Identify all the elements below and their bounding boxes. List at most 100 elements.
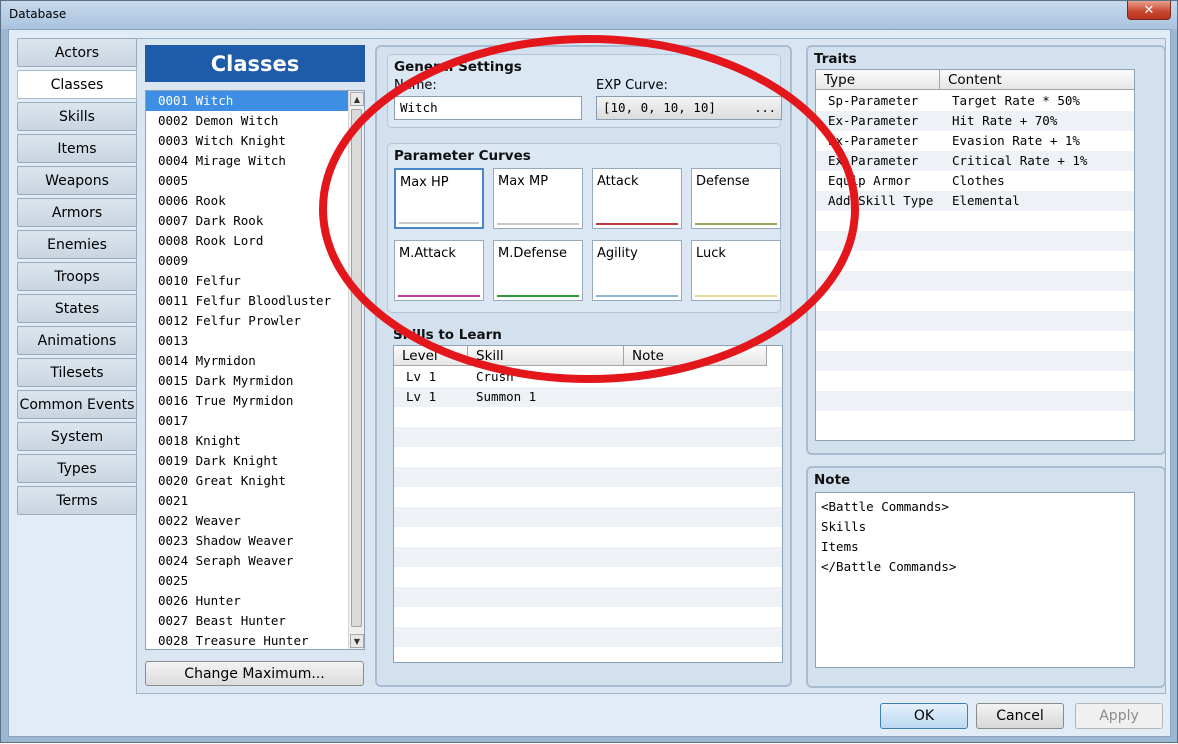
traits-header-type[interactable]: Type	[816, 70, 940, 90]
nav-item-classes[interactable]: Classes	[17, 70, 137, 99]
table-row[interactable]	[394, 527, 782, 547]
scroll-thumb[interactable]	[351, 109, 362, 627]
ok-button[interactable]: OK	[880, 703, 968, 729]
table-row[interactable]	[394, 567, 782, 587]
skills-header-level[interactable]: Level	[394, 346, 468, 366]
curve-luck[interactable]: Luck	[691, 240, 781, 301]
curve-defense[interactable]: Defense	[691, 168, 781, 229]
table-row[interactable]	[394, 467, 782, 487]
nav-item-terms[interactable]: Terms	[17, 486, 137, 515]
skills-table[interactable]: Level Skill Note Lv 1 Crush Lv 1 Summon 1	[393, 345, 783, 663]
scroll-down-button[interactable]: ▼	[350, 634, 364, 648]
table-row[interactable]	[394, 547, 782, 567]
title-bar[interactable]: Database ✕	[1, 1, 1177, 29]
nav-item-actors[interactable]: Actors	[17, 38, 137, 67]
class-row[interactable]: 0002 Demon Witch	[146, 111, 349, 131]
nav-item-enemies[interactable]: Enemies	[17, 230, 137, 259]
table-row[interactable]	[816, 411, 1134, 431]
table-row[interactable]	[816, 351, 1134, 371]
table-row[interactable]: Ex-Parameter Critical Rate + 1%	[816, 151, 1134, 171]
curve-max-mp[interactable]: Max MP	[493, 168, 583, 229]
class-row[interactable]: 0006 Rook	[146, 191, 349, 211]
curve-m-defense[interactable]: M.Defense	[493, 240, 583, 301]
table-row[interactable]	[394, 427, 782, 447]
table-row[interactable]	[816, 211, 1134, 231]
nav-item-tilesets[interactable]: Tilesets	[17, 358, 137, 387]
class-row[interactable]: 0008 Rook Lord	[146, 231, 349, 251]
class-row[interactable]: 0003 Witch Knight	[146, 131, 349, 151]
class-row[interactable]: 0016 True Myrmidon	[146, 391, 349, 411]
class-row[interactable]: 0021	[146, 491, 349, 511]
traits-header-content[interactable]: Content	[940, 70, 1134, 90]
skills-header-skill[interactable]: Skill	[468, 346, 624, 366]
change-maximum-button[interactable]: Change Maximum...	[145, 661, 364, 686]
close-button[interactable]: ✕	[1127, 1, 1171, 20]
class-row[interactable]: 0023 Shadow Weaver	[146, 531, 349, 551]
table-row[interactable]	[816, 371, 1134, 391]
class-row[interactable]: 0007 Dark Rook	[146, 211, 349, 231]
class-row[interactable]: 0022 Weaver	[146, 511, 349, 531]
class-row[interactable]: 0024 Seraph Weaver	[146, 551, 349, 571]
table-row[interactable]	[816, 331, 1134, 351]
class-row[interactable]: 0018 Knight	[146, 431, 349, 451]
curve-agility[interactable]: Agility	[592, 240, 682, 301]
table-row[interactable]	[816, 271, 1134, 291]
name-field[interactable]: Witch	[394, 96, 582, 120]
table-row[interactable]: Add Skill Type Elemental	[816, 191, 1134, 211]
nav-item-weapons[interactable]: Weapons	[17, 166, 137, 195]
curve-max-hp[interactable]: Max HP	[394, 168, 484, 229]
class-row[interactable]: 0014 Myrmidon	[146, 351, 349, 371]
table-row[interactable]	[394, 647, 782, 662]
scroll-up-button[interactable]: ▲	[350, 92, 364, 106]
class-row[interactable]: 0017	[146, 411, 349, 431]
table-row[interactable]	[816, 251, 1134, 271]
table-row[interactable]	[816, 291, 1134, 311]
nav-item-system[interactable]: System	[17, 422, 137, 451]
table-row[interactable]: Ex-Parameter Evasion Rate + 1%	[816, 131, 1134, 151]
curve-attack[interactable]: Attack	[592, 168, 682, 229]
class-row[interactable]: 0013	[146, 331, 349, 351]
class-row[interactable]: 0010 Felfur	[146, 271, 349, 291]
class-row[interactable]: 0005	[146, 171, 349, 191]
nav-item-items[interactable]: Items	[17, 134, 137, 163]
table-row[interactable]	[394, 407, 782, 427]
list-scrollbar[interactable]: ▲ ▼	[348, 91, 364, 649]
class-row[interactable]: 0026 Hunter	[146, 591, 349, 611]
class-row[interactable]: 0025	[146, 571, 349, 591]
skills-header-note[interactable]: Note	[624, 346, 767, 366]
nav-item-armors[interactable]: Armors	[17, 198, 137, 227]
table-row[interactable]: Lv 1 Crush	[394, 367, 782, 387]
class-row[interactable]: 0012 Felfur Prowler	[146, 311, 349, 331]
class-row[interactable]: 0009	[146, 251, 349, 271]
curve-m-attack[interactable]: M.Attack	[394, 240, 484, 301]
nav-item-troops[interactable]: Troops	[17, 262, 137, 291]
traits-table[interactable]: Type Content Sp-Parameter Target Rate * 5…	[815, 69, 1135, 441]
cancel-button[interactable]: Cancel	[976, 703, 1064, 729]
note-textarea[interactable]: <Battle Commands> Skills Items </Battle Com…	[815, 492, 1135, 668]
class-row[interactable]: 0015 Dark Myrmidon	[146, 371, 349, 391]
nav-item-types[interactable]: Types	[17, 454, 137, 483]
exp-curve-button[interactable]: ...	[754, 97, 776, 119]
class-row[interactable]: 0028 Treasure Hunter	[146, 631, 349, 649]
nav-item-animations[interactable]: Animations	[17, 326, 137, 355]
class-row[interactable]: 0020 Great Knight	[146, 471, 349, 491]
class-row[interactable]: 0001 Witch	[146, 91, 349, 111]
table-row[interactable]	[394, 447, 782, 467]
nav-item-states[interactable]: States	[17, 294, 137, 323]
class-row[interactable]: 0027 Beast Hunter	[146, 611, 349, 631]
class-row[interactable]: 0011 Felfur Bloodluster	[146, 291, 349, 311]
table-row[interactable]	[816, 231, 1134, 251]
table-row[interactable]	[394, 487, 782, 507]
nav-item-skills[interactable]: Skills	[17, 102, 137, 131]
nav-item-common-events[interactable]: Common Events	[17, 390, 137, 419]
classes-list[interactable]: 0001 Witch 0002 Demon Witch 0003 Witch Kni…	[145, 90, 365, 650]
class-row[interactable]: 0004 Mirage Witch	[146, 151, 349, 171]
table-row[interactable]: Lv 1 Summon 1	[394, 387, 782, 407]
table-row[interactable]	[394, 627, 782, 647]
table-row[interactable]	[394, 507, 782, 527]
table-row[interactable]	[394, 587, 782, 607]
table-row[interactable]: Ex-Parameter Hit Rate + 70%	[816, 111, 1134, 131]
table-row[interactable]	[394, 607, 782, 627]
exp-curve-field[interactable]: [10, 0, 10, 10] ...	[596, 96, 782, 120]
class-row[interactable]: 0019 Dark Knight	[146, 451, 349, 471]
